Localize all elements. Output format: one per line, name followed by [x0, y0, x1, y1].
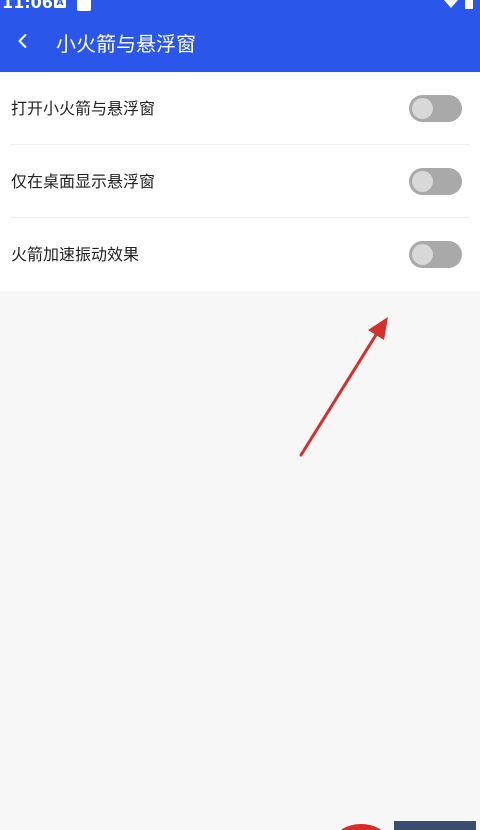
status-time: 11:06 [2, 0, 53, 12]
switch-knob [412, 98, 433, 119]
switch-knob [412, 171, 433, 192]
watermark-logo-mark [394, 821, 476, 830]
watermark-red-mark [336, 824, 386, 830]
notification-a-icon: A [54, 0, 66, 8]
page-title: 小火箭与悬浮窗 [56, 32, 196, 56]
watermark-logo [336, 818, 480, 830]
switch-knob [412, 244, 433, 265]
battery-icon [465, 0, 473, 9]
chevron-left-icon[interactable] [12, 30, 34, 52]
settings-list: 打开小火箭与悬浮窗 仅在桌面显示悬浮窗 火箭加速振动效果 [0, 72, 480, 291]
rocket-vibration-effect-switch[interactable] [409, 241, 462, 268]
notification-square-icon [77, 0, 91, 11]
wifi-icon [444, 0, 458, 8]
app-header: 11:06 A 小火箭与悬浮窗 [0, 0, 480, 72]
setting-open-rocket-floating-window[interactable]: 打开小火箭与悬浮窗 [0, 72, 480, 145]
setting-label: 打开小火箭与悬浮窗 [11, 99, 156, 118]
setting-rocket-vibration-effect[interactable]: 火箭加速振动效果 [0, 218, 480, 291]
setting-desktop-only-floating-window[interactable]: 仅在桌面显示悬浮窗 [0, 145, 480, 218]
desktop-only-floating-window-switch[interactable] [409, 168, 462, 195]
setting-label: 火箭加速振动效果 [11, 245, 140, 264]
status-bar: 11:06 A [0, 0, 480, 14]
open-rocket-floating-window-switch[interactable] [409, 95, 462, 122]
setting-label: 仅在桌面显示悬浮窗 [11, 172, 156, 191]
